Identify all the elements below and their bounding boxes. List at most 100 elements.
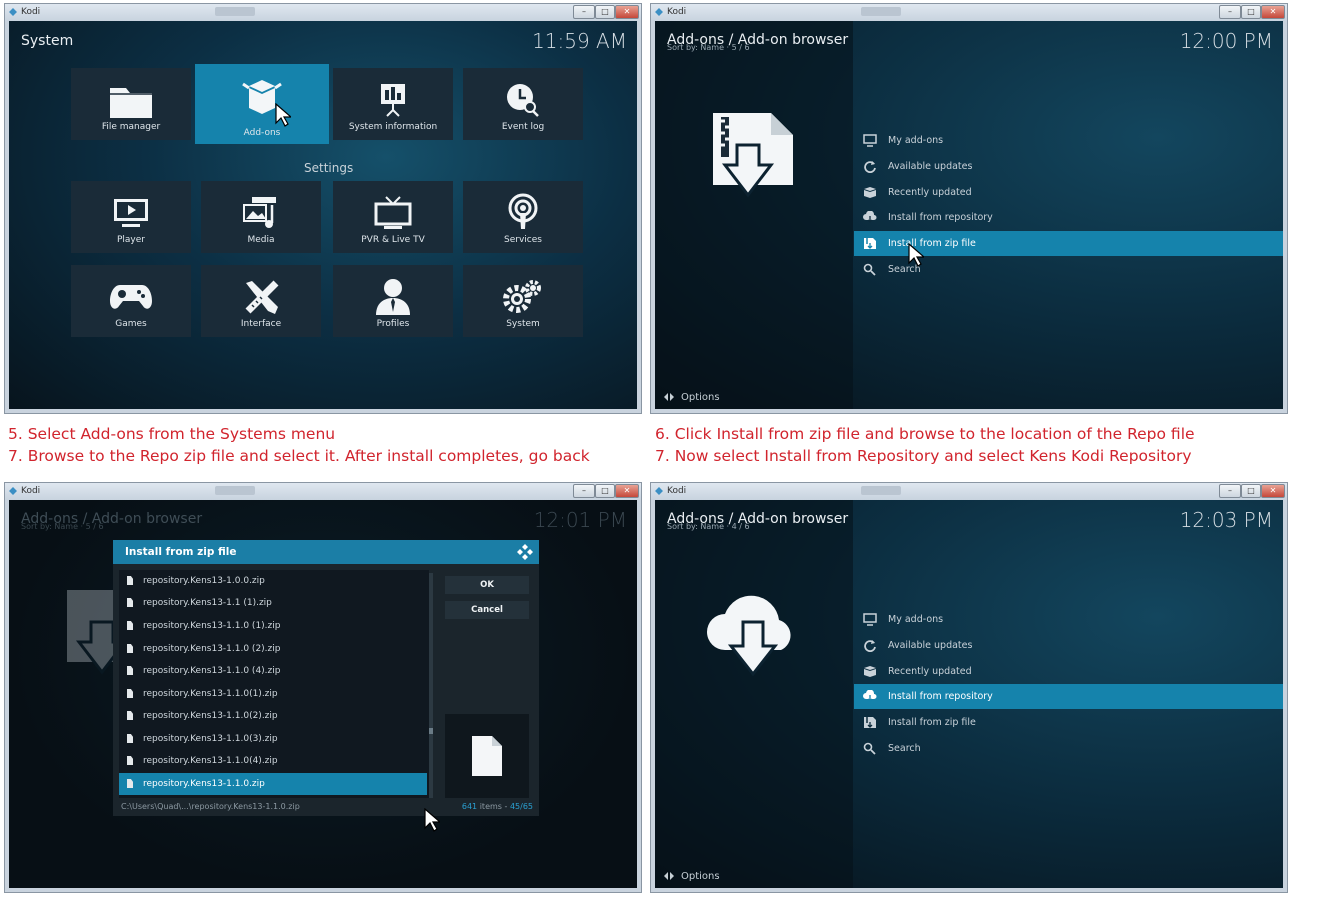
file-list-item-selected[interactable]: repository.Kens13-1.1.0.zip <box>119 773 427 795</box>
tile-services[interactable]: Services <box>463 181 583 253</box>
file-list: repository.Kens13-1.0.0.zip repository.K… <box>119 570 429 798</box>
folder-icon <box>110 88 152 118</box>
menu-label: Recently updated <box>888 666 972 677</box>
tile-file-manager[interactable]: File manager <box>71 68 191 140</box>
options-button[interactable]: Options <box>663 392 720 403</box>
box-icon <box>864 666 876 677</box>
window-title: Kodi <box>21 486 41 496</box>
minimize-button[interactable]: – <box>1219 5 1241 19</box>
tile-interface[interactable]: Interface <box>201 265 321 337</box>
tile-media[interactable]: Media <box>201 181 321 253</box>
file-icon <box>127 666 133 675</box>
gamepad-icon <box>110 285 152 309</box>
file-name: repository.Kens13-1.1 (1).zip <box>143 598 272 608</box>
file-list-item[interactable]: repository.Kens13-1.1.0 (1).zip <box>119 615 427 637</box>
file-name: repository.Kens13-1.1.0.zip <box>143 779 265 789</box>
menu-label: Install from zip file <box>888 238 976 249</box>
pencil-ruler-icon <box>245 280 279 314</box>
menu-install-from-repository[interactable]: Install from repository <box>854 684 1283 709</box>
kodi-window-addon-browser-zip: Kodi – □ ✕ Add-ons / Add-on browser Sort… <box>650 3 1288 414</box>
file-icon <box>127 779 133 788</box>
maximize-button[interactable]: □ <box>1241 484 1261 498</box>
clock: 12:03 PM <box>1179 508 1273 532</box>
menu-install-from-repository[interactable]: Install from repository <box>854 205 1283 230</box>
menu-my-add-ons[interactable]: My add-ons <box>854 607 1283 632</box>
menu-search[interactable]: Search <box>854 736 1283 761</box>
file-icon <box>127 621 133 630</box>
close-button[interactable]: ✕ <box>1261 484 1285 498</box>
kodi-window-system: Kodi – □ ✕ System 11:59 AM File manager … <box>4 3 642 414</box>
scrollbar[interactable] <box>429 573 433 798</box>
menu-label: My add-ons <box>888 135 944 146</box>
options-button[interactable]: Options <box>663 871 720 882</box>
mouse-cursor-icon <box>275 103 291 127</box>
title-bar: Kodi – □ ✕ <box>651 4 1287 21</box>
scrollbar-thumb[interactable] <box>429 728 433 734</box>
file-list-item[interactable]: repository.Kens13-1.1 (1).zip <box>119 592 427 614</box>
tv-play-icon <box>114 199 148 227</box>
gears-icon <box>503 280 541 313</box>
item-count: 641 items - 45/65 <box>461 802 533 811</box>
tile-profiles[interactable]: Profiles <box>333 265 453 337</box>
clock: 12:01 PM <box>533 508 627 532</box>
file-list-item[interactable]: repository.Kens13-1.1.0(2).zip <box>119 705 427 727</box>
title-bar-tab <box>861 486 901 495</box>
file-icon <box>127 734 133 743</box>
menu-label: Install from zip file <box>888 717 976 728</box>
ok-button[interactable]: OK <box>445 576 529 594</box>
monitor-icon <box>863 134 877 147</box>
tile-games[interactable]: Games <box>71 265 191 337</box>
install-from-zip-dialog: Install from zip file repository.Kens13-… <box>113 540 539 816</box>
refresh-icon <box>864 161 876 173</box>
settings-heading: Settings <box>304 161 354 175</box>
minimize-button[interactable]: – <box>1219 484 1241 498</box>
menu-recently-updated[interactable]: Recently updated <box>854 180 1283 205</box>
cancel-button[interactable]: Cancel <box>445 601 529 619</box>
file-preview <box>445 714 529 798</box>
cloud-download-icon <box>863 690 877 702</box>
search-icon <box>863 742 876 755</box>
maximize-button[interactable]: □ <box>595 484 615 498</box>
file-icon <box>127 711 133 720</box>
tile-pvr-live-tv[interactable]: PVR & Live TV <box>333 181 453 253</box>
close-button[interactable]: ✕ <box>1261 5 1285 19</box>
tile-label: PVR & Live TV <box>361 235 425 245</box>
file-icon <box>127 644 133 653</box>
file-list-item[interactable]: repository.Kens13-1.1.0(1).zip <box>119 683 427 705</box>
clock: 12:00 PM <box>1179 29 1273 53</box>
caption-step-7-right: 7. Now select Install from Repository an… <box>655 447 1192 465</box>
menu-label: Search <box>888 743 921 754</box>
close-button[interactable]: ✕ <box>615 484 639 498</box>
file-list-item[interactable]: repository.Kens13-1.1.0(4).zip <box>119 750 427 772</box>
tile-player[interactable]: Player <box>71 181 191 253</box>
maximize-button[interactable]: □ <box>1241 5 1261 19</box>
file-list-item[interactable]: repository.Kens13-1.1.0 (4).zip <box>119 660 427 682</box>
cloud-download-icon <box>863 211 877 223</box>
user-icon <box>376 279 410 315</box>
menu-available-updates[interactable]: Available updates <box>854 633 1283 658</box>
file-list-item[interactable]: repository.Kens13-1.1.0 (2).zip <box>119 638 427 660</box>
close-button[interactable]: ✕ <box>615 5 639 19</box>
menu-label: Install from repository <box>888 691 993 702</box>
tile-system-information[interactable]: System information <box>333 68 453 140</box>
tile-add-ons[interactable]: Add-ons <box>195 64 329 144</box>
file-list-item[interactable]: repository.Kens13-1.1.0(3).zip <box>119 728 427 750</box>
file-name: repository.Kens13-1.1.0 (1).zip <box>143 621 281 631</box>
minimize-button[interactable]: – <box>573 484 595 498</box>
menu-install-from-zip-file[interactable]: Install from zip file <box>854 710 1283 735</box>
menu-recently-updated[interactable]: Recently updated <box>854 659 1283 684</box>
clock-search-icon <box>507 84 539 117</box>
dialog-title: Install from zip file <box>125 546 237 558</box>
maximize-button[interactable]: □ <box>595 5 615 19</box>
minimize-button[interactable]: – <box>573 5 595 19</box>
zip-icon <box>864 238 876 249</box>
tile-system[interactable]: System <box>463 265 583 337</box>
menu-available-updates[interactable]: Available updates <box>854 154 1283 179</box>
menu-label: Recently updated <box>888 187 972 198</box>
options-arrows-icon <box>664 872 674 880</box>
box-icon <box>864 187 876 198</box>
kodi-screen: Add-ons / Add-on browser Sort by: Name ·… <box>655 21 1283 409</box>
file-list-item[interactable]: repository.Kens13-1.0.0.zip <box>119 570 427 592</box>
menu-my-add-ons[interactable]: My add-ons <box>854 128 1283 153</box>
tile-event-log[interactable]: Event log <box>463 68 583 140</box>
